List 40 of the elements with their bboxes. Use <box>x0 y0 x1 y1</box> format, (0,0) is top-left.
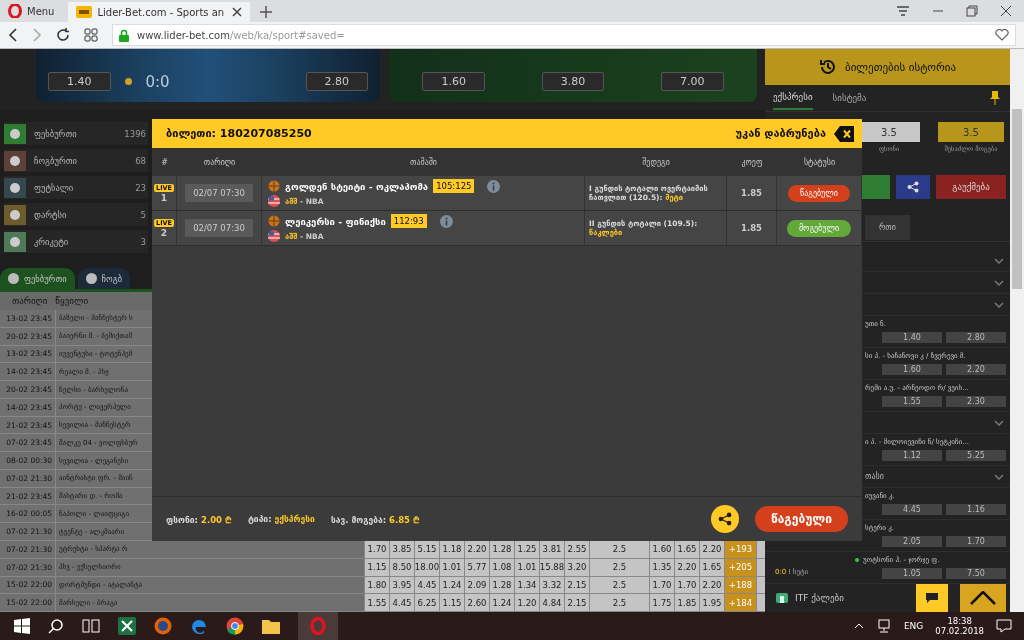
column-header: შედეგი <box>641 157 671 167</box>
league-name: თასი <box>865 472 884 481</box>
match-date: 02/07 07:30 <box>185 184 253 202</box>
live-score: 105:125 <box>433 179 475 193</box>
amount-field: 3.5 <box>938 122 1004 142</box>
sport-name: კრიკეტი <box>34 236 70 247</box>
column-header: წყვილი <box>55 296 89 307</box>
dialog-title: ბილეთი: 180207085250 <box>166 127 312 140</box>
live-score: 112:93 <box>390 214 427 228</box>
sport-count: 68 <box>135 155 146 166</box>
tab-title: Lider-Bet.com - Sports an <box>97 6 226 18</box>
summary-item: ფსონი: 2.00 ₾ <box>166 513 232 525</box>
column-header: თარიღი <box>12 296 48 307</box>
odds-value: 1.85 <box>741 223 762 233</box>
column-header: კოეფ <box>740 157 764 167</box>
column-header: # <box>160 157 169 167</box>
result-badge: წაგებული <box>755 506 848 532</box>
status-badge: წაგებული <box>788 184 850 202</box>
sport-name: დარტსი <box>34 209 68 220</box>
column-header: თარიღი <box>202 157 237 167</box>
menu-label: Menu <box>27 5 55 17</box>
sport-count: 5 <box>140 209 146 220</box>
column-header: სტატუსი <box>802 157 837 167</box>
game-name: გოლდენ სტეიტი - ოკლაჰომა <box>285 180 429 192</box>
status-badge: მოგებული <box>786 219 852 237</box>
sport-name: ფუტსალი <box>34 182 75 193</box>
sport-name: ჩოგბურთი <box>34 155 78 166</box>
odds-value: 1.85 <box>741 188 762 198</box>
sport-name: ფეხბურთი <box>34 128 78 139</box>
row-number: 1 <box>160 192 168 203</box>
game-name: ლეიკერსი - ფინიქსი <box>285 215 386 227</box>
column-header: თამაში <box>409 157 438 167</box>
url-text: www.lider-bet.com/web/ka/sport#saved= <box>137 29 345 41</box>
match-date: 02/07 07:30 <box>185 219 253 237</box>
sport-count: 3 <box>140 236 146 247</box>
row-number: 2 <box>160 227 168 238</box>
match-score: 0:0 <box>145 72 171 91</box>
summary-item: ტიპი: ექსპრესი <box>247 514 315 524</box>
sport-count: 1396 <box>124 128 146 139</box>
sport-count: 23 <box>135 182 146 193</box>
